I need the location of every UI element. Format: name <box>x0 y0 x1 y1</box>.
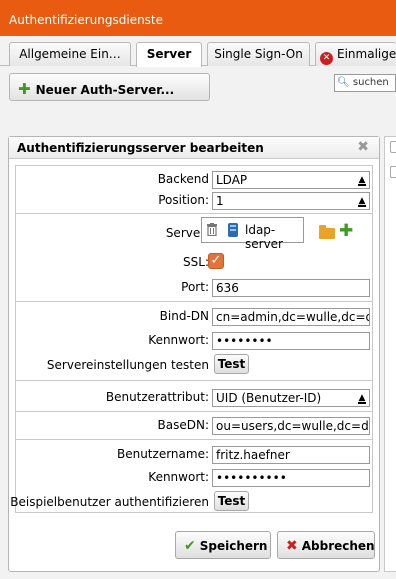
cancel-label: Abbrechen <box>301 539 375 553</box>
position-value: 1 <box>216 194 224 208</box>
bind-dn-label: Bind-DN <box>159 309 209 323</box>
search-input[interactable]: 🔍︎ suchen <box>334 74 396 92</box>
port-field[interactable]: 636 <box>212 279 370 297</box>
row-checkbox[interactable] <box>390 141 396 153</box>
ldap-server-icon <box>228 223 238 237</box>
search-placeholder: suchen <box>352 77 389 88</box>
user-attribute-select[interactable]: UID (Benutzer-ID) ▲ <box>212 389 370 407</box>
right-list-panel <box>384 136 396 572</box>
ssl-checkbox[interactable]: ✓ <box>208 253 224 269</box>
user-password-label: Kennwort: <box>148 470 209 484</box>
tab-label: Einmalige <box>337 47 396 61</box>
tab-general-settings[interactable]: Allgemeine Ein… <box>9 42 131 66</box>
tab-server[interactable]: Server <box>136 42 202 67</box>
bind-dn-value: cn=admin,dc=wulle,dc=de <box>216 310 370 324</box>
dialog-header: Authentifizierungsserver bearbeiten ✖ <box>9 137 379 159</box>
divider <box>16 213 372 214</box>
user-password-value: •••••••••• <box>216 471 287 485</box>
position-label: Position: <box>158 193 209 207</box>
password-value: •••••••• <box>216 334 273 348</box>
save-button[interactable]: ✔ Speichern <box>175 531 271 559</box>
backend-label: Backend <box>157 172 209 186</box>
tab-label: Single Sign-On <box>214 47 303 61</box>
tab-label: Allgemeine Ein… <box>19 47 121 61</box>
tab-bar: Allgemeine Ein… Server Single Sign-On ✕ E… <box>0 36 396 67</box>
dropdown-arrow-icon: ▲ <box>358 393 366 404</box>
divider <box>16 380 372 381</box>
check-icon: ✔ <box>184 538 196 554</box>
test-server-button-label: Test <box>217 357 246 371</box>
trash-icon[interactable] <box>207 223 217 236</box>
base-dn-field[interactable]: ou=users,dc=wulle,dc=de <box>212 417 370 435</box>
dropdown-arrow-icon: ▲ <box>358 196 366 207</box>
position-select[interactable]: 1 ▲ <box>212 192 370 210</box>
user-password-field[interactable]: •••••••••• <box>212 469 370 487</box>
divider <box>16 411 372 412</box>
test-user-label: Beispielbenutzer authentifizieren <box>10 495 209 509</box>
backend-value: LDAP <box>216 173 248 187</box>
test-user-button-label: Test <box>217 494 246 508</box>
password-label: Kennwort: <box>148 333 209 347</box>
bind-dn-field[interactable]: cn=admin,dc=wulle,dc=de <box>212 308 370 326</box>
dialog-title: Authentifizierungsserver bearbeiten <box>17 141 264 155</box>
edit-auth-server-dialog: Authentifizierungsserver bearbeiten ✖ Ba… <box>8 136 380 572</box>
dialog-form: Backend LDAP ▲ Position: 1 ▲ Server: SSL… <box>10 165 373 513</box>
tab-single-sign-on[interactable]: Single Sign-On <box>207 42 310 66</box>
user-attribute-label: Benutzerattribut: <box>105 390 209 404</box>
divider <box>16 301 372 302</box>
close-icon[interactable]: ✖ <box>357 139 369 155</box>
new-auth-server-button[interactable]: ✚ Neuer Auth-Server... <box>9 73 210 101</box>
add-server-icon[interactable]: ✚ <box>339 221 353 241</box>
divider <box>16 439 372 440</box>
tab-one-time[interactable]: ✕ Einmalige <box>315 42 396 66</box>
folder-icon[interactable] <box>319 225 335 239</box>
test-user-button[interactable]: Test <box>214 491 249 511</box>
save-label: Speichern <box>199 539 268 553</box>
server-selector[interactable]: ldap-server <box>201 217 304 251</box>
backend-select[interactable]: LDAP ▲ <box>212 171 370 189</box>
window-title: Authentifizierungsdienste <box>9 13 164 27</box>
window-title-bar: Authentifizierungsdienste <box>0 0 396 36</box>
test-server-button[interactable]: Test <box>214 354 249 374</box>
search-icon: 🔍︎ <box>337 77 350 88</box>
dropdown-arrow-icon: ▲ <box>358 175 366 186</box>
base-dn-label: BaseDN: <box>157 418 209 432</box>
cancel-button[interactable]: ✖ Abbrechen <box>277 531 375 559</box>
cancel-icon: ✖ <box>286 538 298 554</box>
ssl-label: SSL: <box>183 255 209 269</box>
username-value: fritz.haefner <box>216 448 290 462</box>
base-dn-value: ou=users,dc=wulle,dc=de <box>216 419 370 433</box>
username-label: Benutzername: <box>116 447 209 461</box>
row-checkbox[interactable] <box>390 166 396 178</box>
new-auth-server-label: Neuer Auth-Server... <box>35 83 175 97</box>
tab-label: Server <box>146 47 192 61</box>
user-attribute-value: UID (Benutzer-ID) <box>216 391 322 405</box>
port-label: Port: <box>181 280 209 294</box>
plus-icon: ✚ <box>18 80 31 98</box>
username-field[interactable]: fritz.haefner <box>212 446 370 464</box>
password-field[interactable]: •••••••• <box>212 332 370 350</box>
test-server-label: Servereinstellungen testen <box>46 358 209 372</box>
server-value: ldap-server <box>245 223 283 251</box>
port-value: 636 <box>216 281 239 295</box>
error-icon: ✕ <box>320 52 333 65</box>
